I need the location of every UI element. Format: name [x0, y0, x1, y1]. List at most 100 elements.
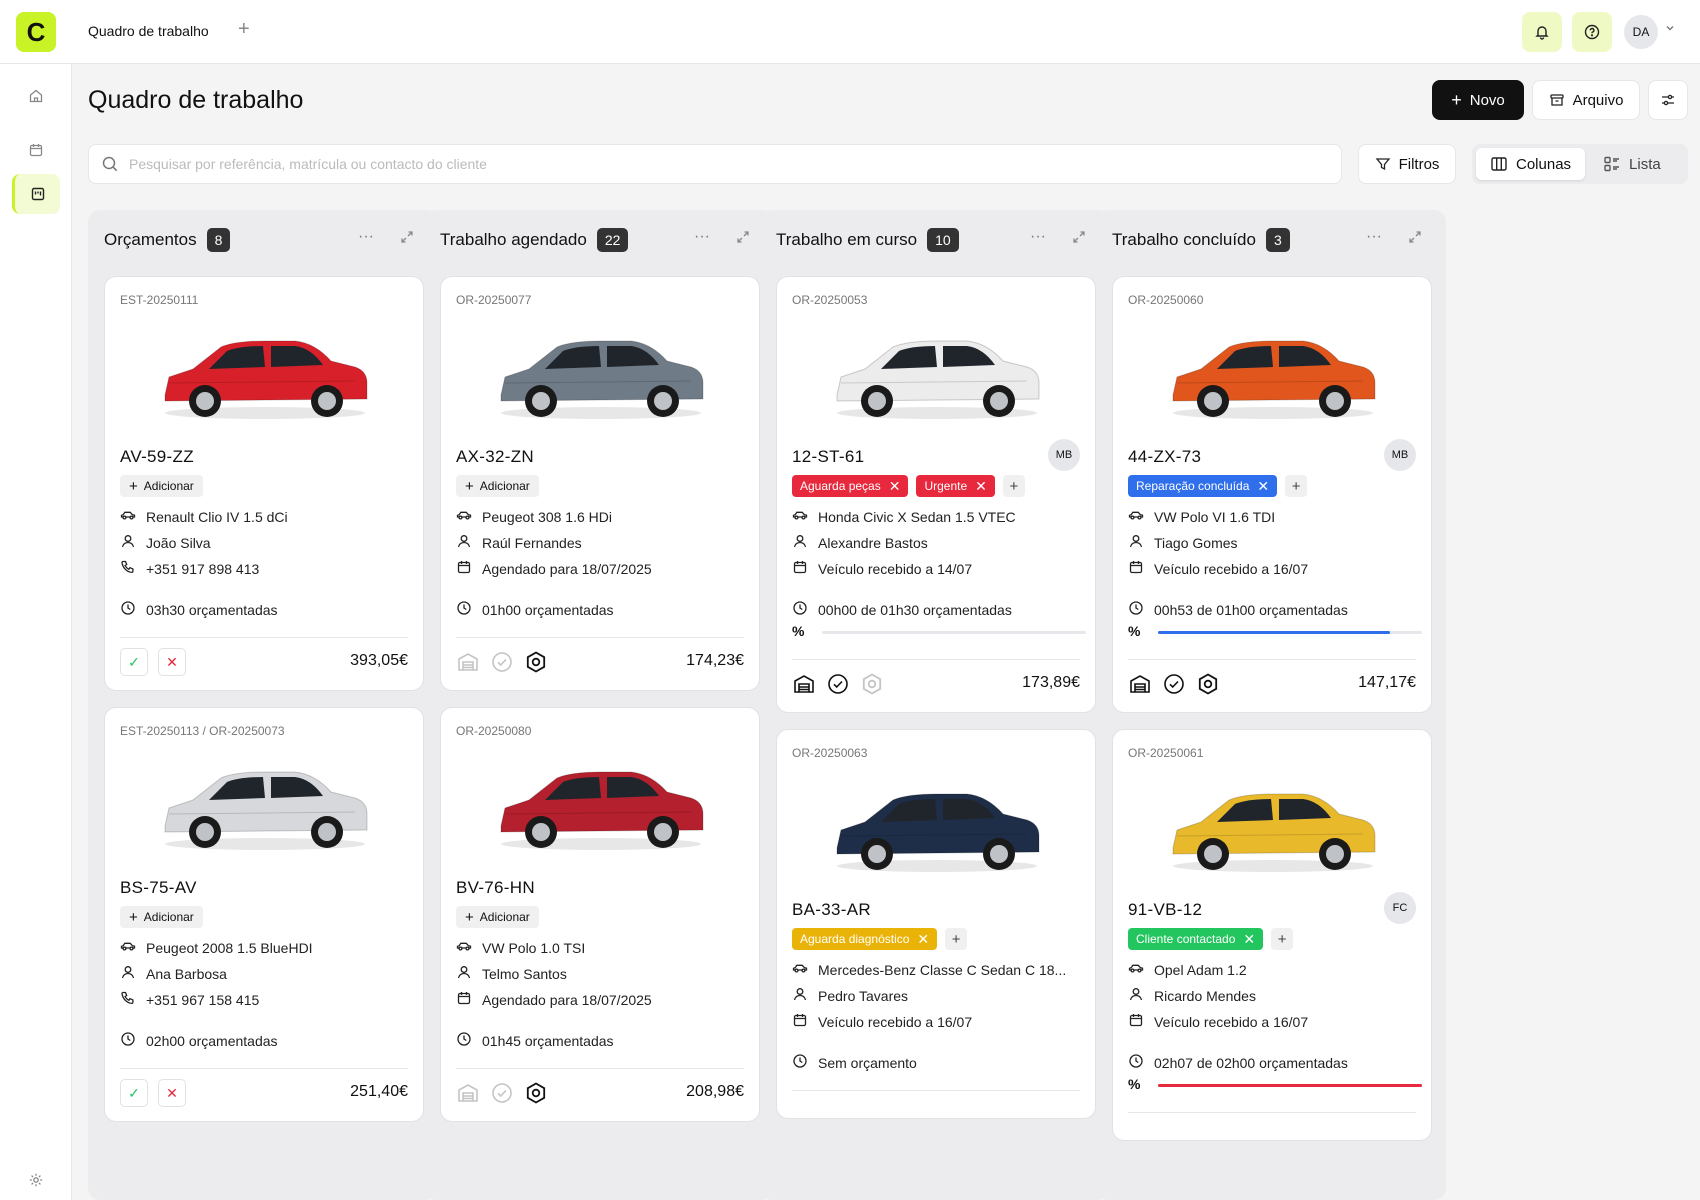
client-name: Telmo Santos: [456, 964, 567, 983]
status-tag[interactable]: Urgente ✕: [916, 475, 995, 497]
new-button[interactable]: + Novo: [1432, 80, 1524, 120]
approve-button[interactable]: ✓: [120, 1079, 148, 1107]
search-input[interactable]: [129, 156, 1229, 172]
close-icon[interactable]: ✕: [917, 931, 929, 948]
more-icon[interactable]: ···: [358, 228, 374, 246]
clock-icon: [792, 600, 808, 619]
calendar-icon: [456, 990, 472, 1009]
add-tab-icon[interactable]: +: [238, 18, 250, 41]
more-icon[interactable]: ···: [694, 228, 710, 246]
check-circle-icon[interactable]: [490, 650, 514, 679]
expand-icon[interactable]: [1408, 230, 1422, 244]
view-columns-button[interactable]: Colunas: [1476, 148, 1586, 180]
check-circle-icon[interactable]: [826, 672, 850, 701]
budget-time: Sem orçamento: [792, 1053, 917, 1072]
check-circle-icon[interactable]: [490, 1081, 514, 1110]
search-bar[interactable]: [88, 144, 1342, 184]
sidebar-item-board[interactable]: [12, 174, 60, 214]
budget-time-text: 02h07 de 02h00 orçamentadas: [1154, 1054, 1348, 1071]
expand-icon[interactable]: [736, 230, 750, 244]
car-image: [491, 748, 711, 858]
status-tag[interactable]: Aguarda peças ✕: [792, 475, 909, 497]
assignee-avatar[interactable]: MB: [1384, 439, 1416, 471]
work-card[interactable]: OR-20250053 12-ST-61 MB Aguarda peças ✕ Urgen…: [776, 276, 1096, 713]
add-tag-button[interactable]: + Adicionar: [120, 906, 203, 928]
sidebar-item-settings[interactable]: [12, 1160, 60, 1200]
parts-icon[interactable]: [524, 650, 548, 679]
expand-icon[interactable]: [1072, 230, 1086, 244]
budget-time-text: 00h53 de 01h00 orçamentadas: [1154, 601, 1348, 618]
parts-icon[interactable]: [860, 672, 884, 701]
garage-icon[interactable]: [456, 650, 480, 679]
parts-icon[interactable]: [1196, 672, 1220, 701]
view-list-button[interactable]: Lista: [1589, 148, 1675, 180]
work-card[interactable]: OR-20250061 91-VB-12 FC Cliente contactado ✕…: [1112, 729, 1432, 1141]
card-price: 251,40€: [350, 1083, 408, 1100]
reject-button[interactable]: ✕: [158, 648, 186, 676]
work-card[interactable]: EST-20250111 AV-59-ZZ + Adicionar Renault Cl…: [104, 276, 424, 691]
notifications-button[interactable]: [1522, 12, 1562, 52]
close-icon[interactable]: ✕: [975, 478, 987, 495]
archive-button[interactable]: Arquivo: [1532, 80, 1640, 120]
reject-button[interactable]: ✕: [158, 1079, 186, 1107]
close-icon[interactable]: ✕: [1257, 478, 1269, 495]
close-icon[interactable]: ✕: [889, 478, 901, 495]
column-title: Trabalho agendado: [440, 230, 587, 249]
settings-sliders-button[interactable]: [1648, 80, 1688, 120]
add-tag-button[interactable]: +: [945, 928, 968, 950]
card-detail: Agendado para 18/07/2025: [456, 990, 652, 1009]
sidebar-item-calendar[interactable]: [12, 130, 60, 170]
work-card[interactable]: EST-20250113 / OR-20250073 BS-75-AV + Adici…: [104, 707, 424, 1122]
approve-button[interactable]: ✓: [120, 648, 148, 676]
expand-icon[interactable]: [400, 230, 414, 244]
help-button[interactable]: [1572, 12, 1612, 52]
add-tag-button[interactable]: +: [1271, 928, 1294, 950]
user-avatar[interactable]: DA: [1624, 15, 1658, 49]
sidebar: [0, 64, 72, 1200]
vehicle-model: Peugeot 308 1.6 HDi: [456, 507, 612, 526]
card-detail: +351 967 158 415: [120, 990, 259, 1009]
work-card[interactable]: OR-20250063 BA-33-AR Aguarda diagnóstico ✕ +…: [776, 729, 1096, 1119]
parts-icon[interactable]: [524, 1081, 548, 1110]
vehicle-model: Peugeot 2008 1.5 BlueHDI: [120, 938, 313, 957]
column-header: Trabalho agendado 22: [440, 228, 629, 252]
car-image: [827, 770, 1047, 880]
chevron-down-icon[interactable]: [1664, 22, 1676, 34]
status-tag[interactable]: Reparação concluída ✕: [1128, 475, 1278, 497]
client-name: Ana Barbosa: [120, 964, 227, 983]
add-tag-button[interactable]: + Adicionar: [456, 906, 539, 928]
status-tag[interactable]: Aguarda diagnóstico ✕: [792, 928, 938, 950]
garage-icon[interactable]: [792, 672, 816, 701]
filters-button-label: Filtros: [1398, 155, 1440, 173]
work-card[interactable]: OR-20250077 AX-32-ZN + Adicionar Peugeot 308…: [440, 276, 760, 691]
budget-time-text: 01h00 orçamentadas: [482, 601, 614, 618]
close-icon[interactable]: ✕: [1243, 931, 1255, 948]
add-tag-button[interactable]: + Adicionar: [456, 475, 539, 497]
tab-quadro-de-trabalho[interactable]: Quadro de trabalho: [88, 23, 209, 39]
more-icon[interactable]: ···: [1030, 228, 1046, 246]
more-icon[interactable]: ···: [1366, 228, 1382, 246]
check-circle-icon[interactable]: [1162, 672, 1186, 701]
sidebar-item-home[interactable]: [12, 76, 60, 116]
garage-icon[interactable]: [1128, 672, 1152, 701]
car-image: [155, 748, 375, 858]
filters-button[interactable]: Filtros: [1358, 144, 1456, 184]
work-card[interactable]: OR-20250060 44-ZX-73 MB Reparação concluída…: [1112, 276, 1432, 713]
progress-bar: [1158, 631, 1422, 634]
work-card[interactable]: OR-20250080 BV-76-HN + Adicionar VW Polo 1.0…: [440, 707, 760, 1122]
user-icon: [1128, 986, 1144, 1005]
assignee-avatar[interactable]: FC: [1384, 892, 1416, 924]
add-tag-button[interactable]: + Adicionar: [120, 475, 203, 497]
card-detail: Veículo recebido a 16/07: [792, 1012, 972, 1031]
view-toggle: Colunas Lista: [1472, 144, 1688, 184]
card-reference: EST-20250113 / OR-20250073: [120, 724, 285, 738]
assignee-avatar[interactable]: MB: [1048, 439, 1080, 471]
client-name-text: Ana Barbosa: [146, 965, 227, 982]
add-tag-button[interactable]: +: [1285, 475, 1308, 497]
card-detail: Veículo recebido a 14/07: [792, 559, 972, 578]
app-logo[interactable]: C: [16, 12, 56, 52]
status-tag[interactable]: Cliente contactado ✕: [1128, 928, 1264, 950]
license-plate: AV-59-ZZ: [120, 447, 194, 466]
garage-icon[interactable]: [456, 1081, 480, 1110]
add-tag-button[interactable]: +: [1002, 475, 1025, 497]
